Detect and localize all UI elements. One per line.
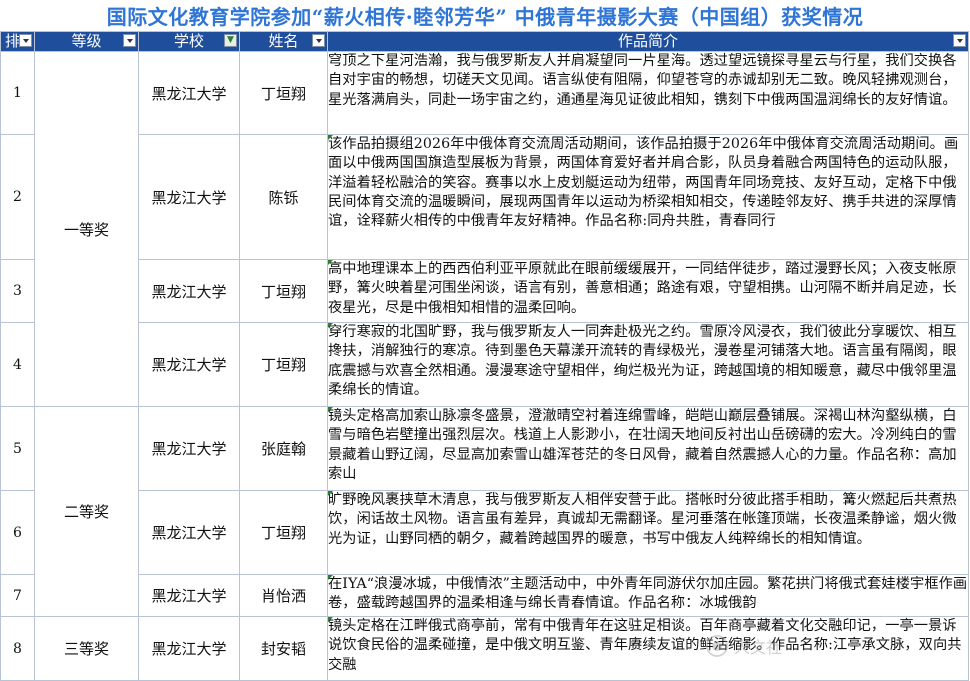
column-header-level[interactable]: 等级 xyxy=(34,31,139,52)
cell-school[interactable]: 黑龙江大学 xyxy=(138,406,240,491)
comment-indicator-icon xyxy=(328,575,333,580)
table-row: 3 黑龙江大学 丁垣翔 高中地理课本上的西西伯利亚平原就此在眼前缓缓展开，一同结… xyxy=(0,259,969,323)
cell-name[interactable]: 丁垣翔 xyxy=(239,259,328,323)
cell-level[interactable]: 三等奖 xyxy=(34,616,139,681)
filter-dropdown-icon[interactable] xyxy=(19,34,32,47)
comment-indicator-icon xyxy=(328,617,333,622)
cell-name[interactable]: 丁垣翔 xyxy=(239,51,328,135)
cell-name[interactable]: 丁垣翔 xyxy=(239,322,328,407)
cell-school[interactable]: 黑龙江大学 xyxy=(138,134,240,260)
cell-rank[interactable]: 3 xyxy=(0,259,35,323)
cell-name[interactable]: 陈铄 xyxy=(239,134,328,260)
cell-school[interactable]: 黑龙江大学 xyxy=(138,322,240,407)
column-header-name[interactable]: 姓名 xyxy=(239,31,328,52)
comment-indicator-icon xyxy=(328,135,333,140)
watermark: 人文社 xyxy=(706,626,946,666)
watermark-logo-icon xyxy=(706,635,728,657)
column-header-school[interactable]: 学校 ▼ xyxy=(138,31,240,52)
comment-indicator-icon xyxy=(328,407,333,412)
cell-name[interactable]: 封安韬 xyxy=(239,616,328,681)
filter-dropdown-icon[interactable] xyxy=(312,34,325,47)
table-row: 5 二等奖 黑龙江大学 张庭翰 镜头定格高加索山脉凛冬盛景，澄澈晴空衬着连绵雪峰… xyxy=(0,406,969,617)
cell-desc[interactable]: 镜头定格高加索山脉凛冬盛景，澄澈晴空衬着连绵雪峰，皑皑山巅层叠铺展。深褐山林沟壑… xyxy=(327,406,969,491)
cell-rank[interactable]: 2 xyxy=(0,134,35,260)
cell-school[interactable]: 黑龙江大学 xyxy=(138,259,240,323)
column-header-rank[interactable]: 排 xyxy=(0,31,35,52)
cell-level-merged[interactable]: 二等奖 xyxy=(34,406,139,617)
cell-school[interactable]: 黑龙江大学 xyxy=(138,51,240,135)
cell-school[interactable]: 黑龙江大学 xyxy=(138,490,240,575)
cell-rank[interactable]: 1 xyxy=(0,51,35,135)
table-row: 4 黑龙江大学 丁垣翔 穿行寒寂的北国旷野，我与俄罗斯友人一同奔赴极光之约。雪原… xyxy=(0,322,969,407)
cell-desc[interactable]: 穹顶之下星河浩瀚，我与俄罗斯友人并肩凝望同一片星海。透过望远镜探寻星云与行星，我… xyxy=(327,51,969,135)
watermark-text: 人文社 xyxy=(734,638,783,657)
filter-dropdown-icon[interactable] xyxy=(953,34,966,47)
cell-school[interactable]: 黑龙江大学 xyxy=(138,616,240,681)
cell-desc[interactable]: 该作品拍摄组2026年中俄体育交流周活动期间，该作品拍摄于2026年中俄体育交流… xyxy=(327,134,969,260)
cell-name[interactable]: 张庭翰 xyxy=(239,406,328,491)
header-row: 排 等级 学校 ▼ 姓名 作品简介 xyxy=(0,31,969,52)
cell-rank[interactable]: 4 xyxy=(0,322,35,407)
cell-level-merged[interactable]: 一等奖 xyxy=(34,51,139,407)
comment-indicator-icon xyxy=(328,491,333,496)
cell-rank[interactable]: 5 xyxy=(0,406,35,491)
sheet-title-bar: 国际文化教育学院参加“薪火相传·睦邻芳华” 中俄青年摄影大赛（中国组）获奖情况 xyxy=(0,0,970,31)
cell-rank[interactable]: 6 xyxy=(0,490,35,575)
table-row: 2 黑龙江大学 陈铄 该作品拍摄组2026年中俄体育交流周活动期间，该作品拍摄于… xyxy=(0,134,969,260)
table-row: 6 黑龙江大学 丁垣翔 旷野晚风裹挟草木清息，我与俄罗斯友人相伴安营于此。搭帐时… xyxy=(0,490,969,575)
awards-table: 排 等级 学校 ▼ 姓名 作品简介 1 一等奖 黑龙江大学 丁垣翔 穹顶之下星河… xyxy=(0,31,969,681)
table-row: 7 黑龙江大学 肖怡洒 在IYA“浪漫冰城，中俄情浓”主题活动中，中外青年同游伏… xyxy=(0,574,969,617)
comment-indicator-icon xyxy=(328,323,333,328)
cell-desc[interactable]: 高中地理课本上的西西伯利亚平原就此在眼前缓缓展开，一同结伴徒步，踏过漫野长风；入… xyxy=(327,259,969,323)
cell-rank[interactable]: 8 xyxy=(0,616,35,681)
table-row: 1 一等奖 黑龙江大学 丁垣翔 穹顶之下星河浩瀚，我与俄罗斯友人并肩凝望同一片星… xyxy=(0,51,969,407)
column-header-desc[interactable]: 作品简介 xyxy=(327,31,969,52)
cell-name[interactable]: 肖怡洒 xyxy=(239,574,328,617)
cell-desc[interactable]: 旷野晚风裹挟草木清息，我与俄罗斯友人相伴安营于此。搭帐时分彼此搭手相助，篝火燃起… xyxy=(327,490,969,575)
comment-indicator-icon xyxy=(328,260,333,265)
filter-active-icon[interactable]: ▼ xyxy=(224,34,237,47)
sheet-title: 国际文化教育学院参加“薪火相传·睦邻芳华” 中俄青年摄影大赛（中国组）获奖情况 xyxy=(106,5,864,29)
cell-school[interactable]: 黑龙江大学 xyxy=(138,574,240,617)
cell-desc[interactable]: 在IYA“浪漫冰城，中俄情浓”主题活动中，中外青年同游伏尔加庄园。繁花拱门将俄式… xyxy=(327,574,969,617)
cell-desc[interactable]: 穿行寒寂的北国旷野，我与俄罗斯友人一同奔赴极光之约。雪原冷风浸衣，我们彼此分享暖… xyxy=(327,322,969,407)
cell-rank[interactable]: 7 xyxy=(0,574,35,617)
filter-dropdown-icon[interactable] xyxy=(123,34,136,47)
cell-name[interactable]: 丁垣翔 xyxy=(239,490,328,575)
